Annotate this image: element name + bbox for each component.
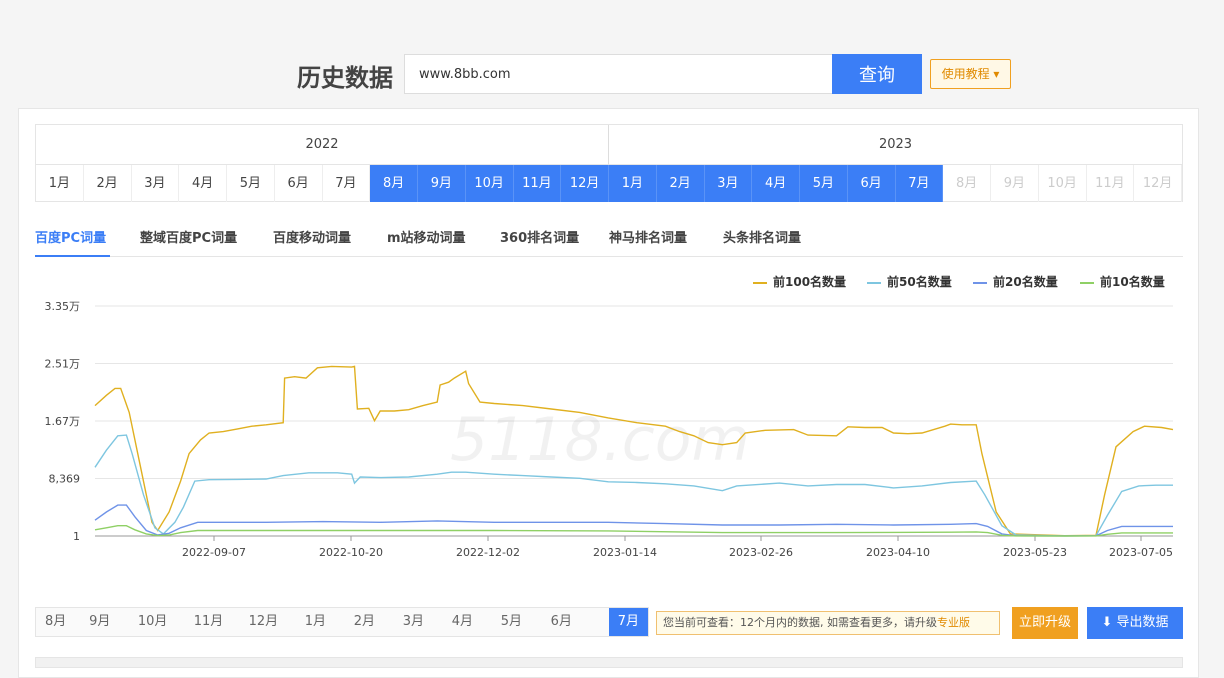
- legend-item-1[interactable]: 前50名数量: [867, 273, 952, 290]
- month-2022-3[interactable]: 3月: [132, 165, 180, 202]
- y-tick-label: 2.51万: [45, 358, 81, 371]
- x-tick-label: 2023-07-05: [1109, 546, 1173, 559]
- upgrade-button[interactable]: 立即升级: [1012, 607, 1078, 639]
- x-tick-label: 2022-12-02: [456, 546, 520, 559]
- month-2023-4[interactable]: 4月: [752, 165, 800, 202]
- history-month-1[interactable]: 9月: [75, 608, 124, 636]
- legend-swatch: [1080, 281, 1094, 284]
- month-2022-9[interactable]: 9月: [418, 165, 466, 202]
- x-tick-label: 2022-10-20: [319, 546, 383, 559]
- notice-text: 您当前可查看：12个月内的数据, 如需查看更多，请升级: [663, 616, 937, 629]
- history-month-6[interactable]: 2月: [340, 608, 389, 636]
- month-2022-6[interactable]: 6月: [275, 165, 323, 202]
- month-2023-2[interactable]: 2月: [656, 165, 705, 202]
- history-month-0[interactable]: 8月: [36, 608, 75, 636]
- pro-version-link[interactable]: 专业版: [937, 616, 970, 629]
- month-2023-12: 12月: [1134, 165, 1182, 202]
- y-tick-label: 8,369: [49, 473, 81, 486]
- legend-label: 前20名数量: [993, 275, 1058, 289]
- page-title: 历史数据: [297, 64, 393, 92]
- history-month-7[interactable]: 3月: [389, 608, 438, 636]
- month-2022-1[interactable]: 1月: [36, 165, 84, 202]
- year-2023-header: 2023: [609, 125, 1182, 165]
- legend-swatch: [753, 281, 767, 284]
- month-row: 1月 2月 3月 4月 5月 6月 7月 8月 9月 10月 11月 12月 1月 2月 3月 4月 5月 6月 7…: [36, 165, 1182, 202]
- month-2023-7[interactable]: 7月: [895, 165, 944, 202]
- history-month-8[interactable]: 4月: [438, 608, 487, 636]
- tab-1[interactable]: 整域百度PC词量: [140, 227, 237, 246]
- legend-item-3[interactable]: 前10名数量: [1080, 273, 1165, 290]
- month-2022-5[interactable]: 5月: [227, 165, 275, 202]
- legend-swatch: [973, 281, 987, 284]
- history-month-11[interactable]: 7月: [608, 608, 648, 636]
- month-selector: 2022 2023 1月 2月 3月 4月 5月 6月 7月 8月 9月 10月 11月 12月 1月 2…: [35, 124, 1183, 202]
- active-tab-indicator: [35, 255, 110, 257]
- month-2022-2[interactable]: 2月: [84, 165, 132, 202]
- download-icon: ⬇: [1101, 615, 1113, 630]
- watermark-logo: 5118.com: [450, 405, 750, 475]
- tab-6[interactable]: 头条排名词量: [723, 227, 801, 246]
- x-tick-label: 2023-05-23: [1003, 546, 1067, 559]
- legend-item-0[interactable]: 前100名数量: [753, 273, 846, 290]
- search-input[interactable]: [404, 54, 834, 94]
- year-2022-header: 2022: [36, 125, 609, 165]
- x-tick-label: 2023-04-10: [866, 546, 930, 559]
- month-2022-12[interactable]: 12月: [561, 165, 609, 202]
- tab-2[interactable]: 百度移动词量: [273, 227, 351, 246]
- x-tick-label: 2022-09-07: [182, 546, 246, 559]
- upgrade-notice: 您当前可查看：12个月内的数据, 如需查看更多，请升级专业版: [656, 611, 1000, 635]
- month-2022-4[interactable]: 4月: [179, 165, 227, 202]
- legend-label: 前10名数量: [1100, 275, 1165, 289]
- history-month-3[interactable]: 11月: [181, 608, 236, 636]
- month-2023-5[interactable]: 5月: [800, 165, 848, 202]
- metric-tabs: 百度PC词量 整域百度PC词量 百度移动词量 m站移动词量 360排名词量 神马排名词量 头…: [35, 215, 1183, 257]
- month-2023-1[interactable]: 1月: [609, 165, 657, 202]
- month-2022-11[interactable]: 11月: [513, 165, 562, 202]
- x-tick-label: 2023-01-14: [593, 546, 657, 559]
- month-2023-9: 9月: [991, 165, 1039, 202]
- y-tick-label: 3.35万: [45, 300, 81, 313]
- history-month-4[interactable]: 12月: [236, 608, 291, 636]
- export-button[interactable]: ⬇ 导出数据: [1087, 607, 1183, 639]
- tutorial-label: 使用教程: [941, 67, 990, 81]
- month-2023-6[interactable]: 6月: [847, 165, 896, 202]
- history-month-bar: 8月 9月 10月 11月 12月 1月 2月 3月 4月 5月 6月 7月: [35, 607, 649, 637]
- x-tick-label: 2023-02-26: [729, 546, 793, 559]
- caret-down-icon: ▾: [993, 67, 1000, 81]
- export-label: 导出数据: [1116, 615, 1169, 630]
- legend-label: 前50名数量: [887, 275, 952, 289]
- legend-item-2[interactable]: 前20名数量: [973, 273, 1058, 290]
- line-chart: 3.35万 2.51万 1.67万 8,369 1 2022-09-07 2022-10-2…: [45, 300, 1174, 559]
- history-month-10[interactable]: 6月: [536, 608, 587, 636]
- legend-label: 前100名数量: [773, 275, 847, 289]
- month-2023-8: 8月: [943, 165, 991, 202]
- tab-3[interactable]: m站移动词量: [387, 227, 466, 246]
- history-month-9[interactable]: 5月: [487, 608, 536, 636]
- history-month-5[interactable]: 1月: [291, 608, 340, 636]
- tab-4[interactable]: 360排名词量: [500, 227, 579, 246]
- search-button[interactable]: 查询: [832, 54, 922, 94]
- month-2023-11: 11月: [1087, 165, 1135, 202]
- tutorial-dropdown-button[interactable]: 使用教程 ▾: [930, 59, 1011, 89]
- y-tick-label: 1.67万: [45, 415, 81, 428]
- month-2022-7[interactable]: 7月: [323, 165, 371, 202]
- tab-5[interactable]: 神马排名词量: [609, 227, 687, 246]
- month-2023-10: 10月: [1039, 165, 1087, 202]
- month-2022-8[interactable]: 8月: [370, 165, 418, 202]
- history-month-2[interactable]: 10月: [124, 608, 181, 636]
- month-2022-10[interactable]: 10月: [465, 165, 514, 202]
- tab-0[interactable]: 百度PC词量: [35, 227, 106, 246]
- header: 历史数据 查询 使用教程 ▾: [0, 0, 1224, 108]
- table-header-strip: [35, 657, 1183, 668]
- y-tick-label: 1: [73, 530, 80, 543]
- legend-swatch: [867, 281, 881, 284]
- month-2023-3[interactable]: 3月: [704, 165, 753, 202]
